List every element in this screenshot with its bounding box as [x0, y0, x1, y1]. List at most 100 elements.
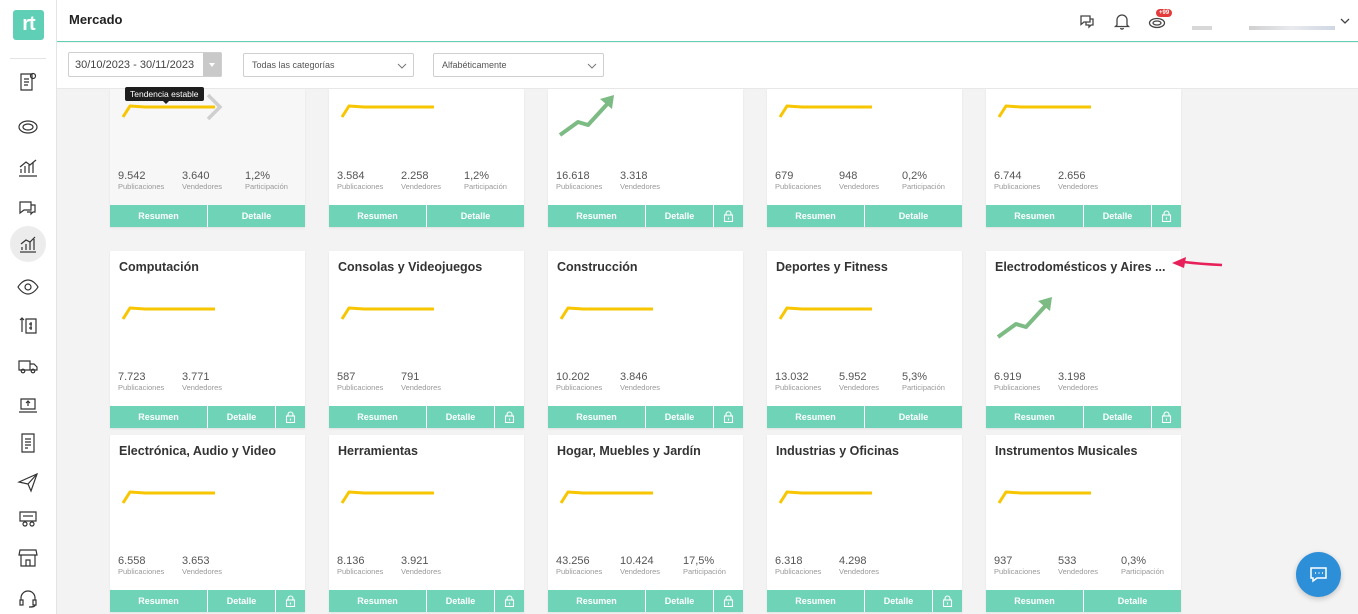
- user-list-icon[interactable]: [16, 508, 40, 532]
- headset-icon[interactable]: [16, 586, 40, 610]
- lock-button[interactable]: [275, 590, 305, 612]
- detail-button[interactable]: Detalle: [646, 406, 713, 428]
- card-actions: Resumen Detalle: [767, 590, 962, 612]
- summary-button[interactable]: Resumen: [329, 590, 427, 612]
- detail-button[interactable]: Detalle: [865, 205, 962, 227]
- send-icon[interactable]: [16, 470, 40, 494]
- publications-value: 937: [994, 555, 1013, 567]
- chat-button[interactable]: [1296, 552, 1341, 597]
- publications-label: Publicaciones: [337, 383, 384, 392]
- detail-button[interactable]: Detalle: [208, 590, 275, 612]
- reports-icon[interactable]: [16, 70, 40, 94]
- chat-bubbles-icon[interactable]: [16, 196, 40, 220]
- detail-button[interactable]: Detalle: [1084, 406, 1151, 428]
- money-transfer-icon[interactable]: [16, 314, 40, 338]
- category-card[interactable]: Consolas y Videojuegos 587 Publicaciones 79…: [329, 251, 524, 428]
- lock-button[interactable]: [1151, 406, 1181, 428]
- lock-button[interactable]: [713, 205, 743, 227]
- summary-button[interactable]: Resumen: [329, 205, 427, 227]
- lock-button[interactable]: [713, 590, 743, 612]
- card-title: Herramientas: [338, 444, 418, 458]
- category-card[interactable]: Construcción 10.202 Publicaciones 3.846 Vend…: [548, 251, 743, 428]
- sellers-label: Vendedores: [839, 383, 880, 392]
- chart-line-icon[interactable]: [16, 156, 40, 180]
- trend-chart-icon[interactable]: [10, 226, 46, 262]
- summary-button[interactable]: Resumen: [110, 406, 208, 428]
- laptop-upload-icon[interactable]: [16, 393, 40, 417]
- card-actions: Resumen Detalle: [110, 590, 305, 612]
- summary-button[interactable]: Resumen: [548, 590, 646, 612]
- publications-stat: 43.256 Publicaciones: [556, 555, 602, 576]
- category-card[interactable]: Hogar, Muebles y Jardín 43.256 Publicacion…: [548, 435, 743, 612]
- sellers-value: 791: [401, 371, 420, 383]
- summary-button[interactable]: Resumen: [767, 590, 865, 612]
- user-account[interactable]: [1249, 26, 1335, 30]
- category-card[interactable]: 16.618 Publicaciones 3.318 Vendedores Resume…: [548, 89, 743, 227]
- category-card[interactable]: 679 Publicaciones 948 Vendedores 0,2% Partici…: [767, 89, 962, 227]
- sort-select[interactable]: Alfabéticamente: [433, 53, 604, 77]
- summary-button[interactable]: Resumen: [110, 590, 208, 612]
- lock-button[interactable]: [494, 406, 524, 428]
- publications-label: Publicaciones: [118, 383, 165, 392]
- card-title: Instrumentos Musicales: [995, 444, 1138, 458]
- category-select[interactable]: Todas las categorías: [243, 53, 414, 77]
- category-card[interactable]: Industrias y Oficinas 6.318 Publicaciones 4…: [767, 435, 962, 612]
- summary-button[interactable]: Resumen: [548, 205, 646, 227]
- detail-button[interactable]: Detalle: [646, 590, 713, 612]
- detail-button[interactable]: Detalle: [1084, 590, 1181, 612]
- eye-icon[interactable]: [16, 275, 40, 299]
- delivery-truck-icon[interactable]: [16, 354, 40, 378]
- user-name[interactable]: [1192, 26, 1212, 30]
- card-actions: Resumen Detalle: [329, 590, 524, 612]
- date-range-picker[interactable]: 30/10/2023 - 30/11/2023: [68, 52, 222, 77]
- summary-button[interactable]: Resumen: [986, 406, 1084, 428]
- category-card[interactable]: Electrodomésticos y Aires ... 6.919 Public…: [986, 251, 1181, 428]
- category-card[interactable]: Herramientas 8.136 Publicaciones 3.921 Vende…: [329, 435, 524, 612]
- sellers-value: 3.653: [182, 555, 210, 567]
- summary-button[interactable]: Resumen: [986, 590, 1084, 612]
- lock-button[interactable]: [932, 590, 962, 612]
- category-card[interactable]: 3.584 Publicaciones 2.258 Vendedores 1,2% Par…: [329, 89, 524, 227]
- participation-value: 1,2%: [464, 170, 490, 182]
- sellers-value: 5.952: [839, 371, 867, 383]
- category-card[interactable]: Computación 7.723 Publicaciones 3.771 Vended…: [110, 251, 305, 428]
- detail-button[interactable]: Detalle: [865, 406, 962, 428]
- coin-icon[interactable]: [16, 114, 40, 138]
- detail-button[interactable]: Detalle: [427, 590, 494, 612]
- participation-value: 17,5%: [683, 555, 715, 567]
- category-card[interactable]: 9.542 Publicaciones 3.640 Vendedores 1,2% Par…: [110, 89, 305, 227]
- summary-button[interactable]: Resumen: [110, 205, 208, 227]
- summary-button[interactable]: Resumen: [548, 406, 646, 428]
- category-card[interactable]: 6.744 Publicaciones 2.656 Vendedores Resumen…: [986, 89, 1181, 227]
- chevron-down-icon[interactable]: [1335, 11, 1350, 31]
- detail-button[interactable]: Detalle: [427, 205, 524, 227]
- detail-button[interactable]: Detalle: [1084, 205, 1151, 227]
- chat-bubbles-icon[interactable]: [1077, 11, 1097, 31]
- app-logo[interactable]: rt: [13, 10, 44, 40]
- publications-label: Publicaciones: [775, 383, 822, 392]
- detail-button[interactable]: Detalle: [208, 205, 305, 227]
- summary-button[interactable]: Resumen: [329, 406, 427, 428]
- category-card[interactable]: Electrónica, Audio y Video 6.558 Publicaci…: [110, 435, 305, 612]
- publications-stat: 6.318 Publicaciones: [775, 555, 821, 576]
- summary-button[interactable]: Resumen: [767, 205, 865, 227]
- bell-icon[interactable]: [1112, 11, 1132, 31]
- lock-icon: [504, 595, 515, 607]
- detail-button[interactable]: Detalle: [427, 406, 494, 428]
- lock-button[interactable]: [275, 406, 305, 428]
- lock-button[interactable]: [1151, 205, 1181, 227]
- detail-button[interactable]: Detalle: [865, 590, 932, 612]
- lock-button[interactable]: [494, 590, 524, 612]
- publications-stat: 9.542 Publicaciones: [118, 170, 164, 191]
- detail-button[interactable]: Detalle: [646, 205, 713, 227]
- lock-button[interactable]: [713, 406, 743, 428]
- summary-button[interactable]: Resumen: [767, 406, 865, 428]
- document-list-icon[interactable]: [16, 431, 40, 455]
- category-card[interactable]: Deportes y Fitness 13.032 Publicaciones 5.9…: [767, 251, 962, 428]
- summary-button[interactable]: Resumen: [986, 205, 1084, 227]
- trend-stable-icon: [778, 490, 872, 504]
- date-dropdown-button[interactable]: [203, 53, 221, 76]
- detail-button[interactable]: Detalle: [208, 406, 275, 428]
- category-card[interactable]: Instrumentos Musicales 937 Publicaciones 53…: [986, 435, 1181, 612]
- store-icon[interactable]: [16, 546, 40, 570]
